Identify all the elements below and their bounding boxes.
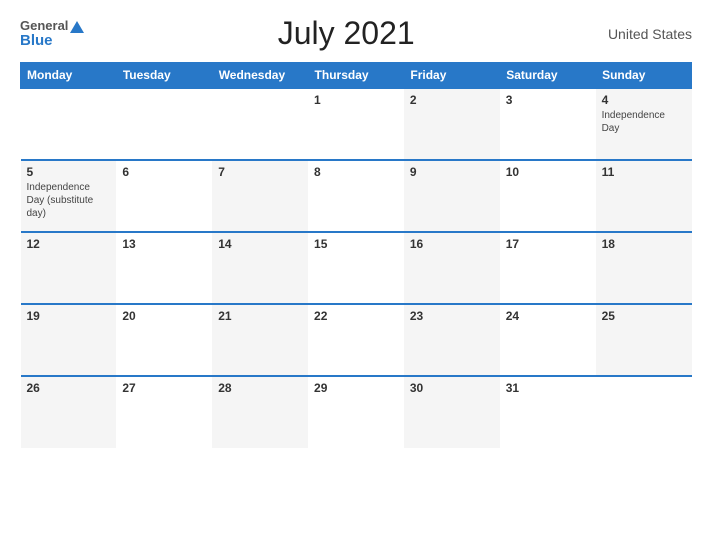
calendar-cell: 22 xyxy=(308,304,404,376)
calendar-cell xyxy=(596,376,692,448)
calendar-cell: 16 xyxy=(404,232,500,304)
day-event: Independence Day (substitute day) xyxy=(27,181,111,220)
calendar-cell: 28 xyxy=(212,376,308,448)
calendar-week-row: 19 20 21 22 23 24 25 xyxy=(21,304,692,376)
header-sunday: Sunday xyxy=(596,63,692,89)
calendar-cell: 2 xyxy=(404,88,500,160)
calendar-cell: 27 xyxy=(116,376,212,448)
day-number: 25 xyxy=(602,309,686,323)
day-number: 17 xyxy=(506,237,590,251)
day-number: 26 xyxy=(27,381,111,395)
day-number: 20 xyxy=(122,309,206,323)
day-number: 4 xyxy=(602,93,686,107)
calendar-cell xyxy=(212,88,308,160)
calendar-body: 1234Independence Day5Independence Day (s… xyxy=(21,88,692,448)
weekday-header-row: Monday Tuesday Wednesday Thursday Friday… xyxy=(21,63,692,89)
calendar-cell: 5 Independence Day (substitute day) xyxy=(21,160,117,232)
calendar-week-row: 1234 Independence Day xyxy=(21,88,692,160)
calendar-cell: 14 xyxy=(212,232,308,304)
day-number: 29 xyxy=(314,381,398,395)
day-number: 16 xyxy=(410,237,494,251)
header-saturday: Saturday xyxy=(500,63,596,89)
calendar-cell: 1 xyxy=(308,88,404,160)
day-number: 23 xyxy=(410,309,494,323)
calendar-cell: 29 xyxy=(308,376,404,448)
calendar-wrapper: General Blue July 2021 United States Mon… xyxy=(0,0,712,550)
month-title: July 2021 xyxy=(278,15,415,52)
logo-general-text: General xyxy=(20,19,84,33)
calendar-week-row: 12 13 14 15 16 17 18 xyxy=(21,232,692,304)
logo: General Blue xyxy=(20,19,84,48)
calendar-cell: 13 xyxy=(116,232,212,304)
day-number: 1 xyxy=(314,93,398,107)
calendar-cell: 26 xyxy=(21,376,117,448)
header-thursday: Thursday xyxy=(308,63,404,89)
calendar-cell xyxy=(116,88,212,160)
calendar-cell: 9 xyxy=(404,160,500,232)
calendar-cell: 21 xyxy=(212,304,308,376)
calendar-cell: 15 xyxy=(308,232,404,304)
calendar-week-row: 5 Independence Day (substitute day) 6789 10… xyxy=(21,160,692,232)
day-number: 18 xyxy=(602,237,686,251)
day-number: 22 xyxy=(314,309,398,323)
calendar-cell: 6 xyxy=(116,160,212,232)
calendar-cell: 3 xyxy=(500,88,596,160)
day-number: 28 xyxy=(218,381,302,395)
day-number: 13 xyxy=(122,237,206,251)
calendar-cell: 20 xyxy=(116,304,212,376)
calendar-header: General Blue July 2021 United States xyxy=(20,15,692,52)
day-event: Independence Day xyxy=(602,109,686,135)
day-number: 14 xyxy=(218,237,302,251)
day-number: 30 xyxy=(410,381,494,395)
calendar-table: Monday Tuesday Wednesday Thursday Friday… xyxy=(20,62,692,448)
day-number: 11 xyxy=(602,165,686,179)
day-number: 5 xyxy=(27,165,111,179)
calendar-cell: 24 xyxy=(500,304,596,376)
day-number: 31 xyxy=(506,381,590,395)
header-tuesday: Tuesday xyxy=(116,63,212,89)
calendar-cell: 25 xyxy=(596,304,692,376)
header-monday: Monday xyxy=(21,63,117,89)
calendar-cell: 18 xyxy=(596,232,692,304)
country-label: United States xyxy=(608,26,692,42)
calendar-cell: 17 xyxy=(500,232,596,304)
day-number: 3 xyxy=(506,93,590,107)
day-number: 9 xyxy=(410,165,494,179)
logo-triangle-icon xyxy=(70,21,84,33)
day-number: 8 xyxy=(314,165,398,179)
calendar-week-row: 26 27 28 29 30 31 xyxy=(21,376,692,448)
calendar-cell: 12 xyxy=(21,232,117,304)
calendar-cell: 7 xyxy=(212,160,308,232)
calendar-cell: 8 xyxy=(308,160,404,232)
calendar-cell: 10 xyxy=(500,160,596,232)
calendar-cell: 19 xyxy=(21,304,117,376)
day-number: 24 xyxy=(506,309,590,323)
header-wednesday: Wednesday xyxy=(212,63,308,89)
calendar-cell xyxy=(21,88,117,160)
day-number: 19 xyxy=(27,309,111,323)
header-friday: Friday xyxy=(404,63,500,89)
day-number: 15 xyxy=(314,237,398,251)
day-number: 6 xyxy=(122,165,206,179)
day-number: 12 xyxy=(27,237,111,251)
calendar-cell: 11 xyxy=(596,160,692,232)
day-number: 7 xyxy=(218,165,302,179)
calendar-cell: 31 xyxy=(500,376,596,448)
day-number: 27 xyxy=(122,381,206,395)
day-number: 10 xyxy=(506,165,590,179)
calendar-cell: 4 Independence Day xyxy=(596,88,692,160)
calendar-cell: 30 xyxy=(404,376,500,448)
calendar-cell: 23 xyxy=(404,304,500,376)
day-number: 21 xyxy=(218,309,302,323)
logo-blue-text: Blue xyxy=(20,33,84,48)
day-number: 2 xyxy=(410,93,494,107)
